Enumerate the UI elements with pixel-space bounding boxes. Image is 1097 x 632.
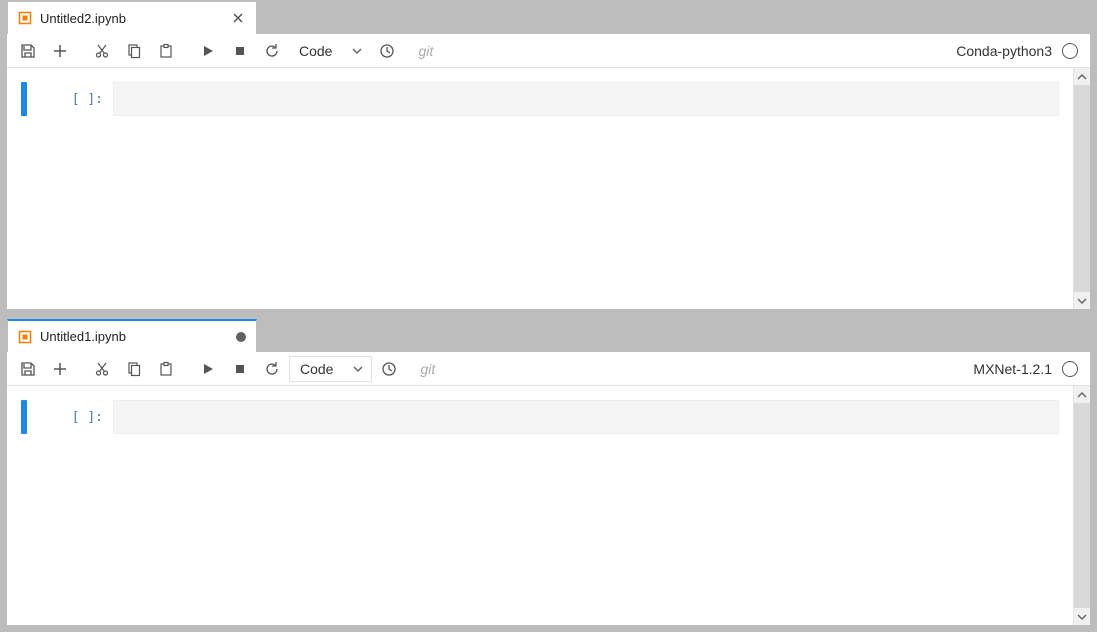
kernel-name[interactable]: MXNet-1.2.1 <box>973 361 1052 377</box>
cell-prompt: [ ]: <box>72 92 103 107</box>
tab-bar: Untitled2.ipynb <box>7 1 1090 34</box>
notebook-icon <box>18 11 32 25</box>
scroll-track[interactable] <box>1074 403 1090 608</box>
save-button[interactable] <box>13 37 43 65</box>
close-icon[interactable] <box>230 10 246 26</box>
cell-type-label: Code <box>299 43 332 59</box>
cell-type-selector[interactable]: Code <box>289 38 370 64</box>
cell-prompt-area: [ ]: <box>33 400 113 434</box>
notebook-content[interactable]: [ ]: <box>7 386 1073 625</box>
paste-button[interactable] <box>151 37 181 65</box>
cell-input[interactable] <box>113 82 1059 116</box>
save-button[interactable] <box>13 355 43 383</box>
restart-button[interactable] <box>257 355 287 383</box>
cell-prompt: [ ]: <box>72 410 103 425</box>
scroll-track[interactable] <box>1074 85 1090 292</box>
copy-button[interactable] <box>119 355 149 383</box>
tab-title: Untitled2.ipynb <box>40 11 126 26</box>
notebook-tab[interactable]: Untitled1.ipynb <box>7 319 257 352</box>
scroll-down-icon[interactable] <box>1074 608 1090 625</box>
kernel-status-icon[interactable] <box>1062 361 1078 377</box>
insert-cell-button[interactable] <box>45 355 75 383</box>
notebook-tab[interactable]: Untitled2.ipynb <box>7 1 257 34</box>
kernel-name[interactable]: Conda-python3 <box>956 43 1052 59</box>
tab-title: Untitled1.ipynb <box>40 329 126 344</box>
code-cell[interactable]: [ ]: <box>21 400 1059 434</box>
notebook-body: [ ]: <box>7 386 1090 625</box>
cell-type-label: Code <box>300 361 333 377</box>
paste-button[interactable] <box>151 355 181 383</box>
notebook-toolbar: Code git MXNet-1.2.1 <box>7 352 1090 386</box>
command-history-button[interactable] <box>374 355 404 383</box>
scroll-up-icon[interactable] <box>1074 68 1090 85</box>
notebook-toolbar: Code git Conda-python3 <box>7 34 1090 68</box>
git-label[interactable]: git <box>420 361 435 377</box>
cell-type-selector[interactable]: Code <box>289 356 372 382</box>
interrupt-button[interactable] <box>225 37 255 65</box>
tab-bar: Untitled1.ipynb <box>7 319 1090 352</box>
notebook-pane-bottom: Untitled1.ipynb C <box>6 318 1091 626</box>
chevron-down-icon <box>353 364 363 374</box>
copy-button[interactable] <box>119 37 149 65</box>
notebook-content[interactable]: [ ]: <box>7 68 1073 309</box>
git-label[interactable]: git <box>418 43 433 59</box>
notebook-pane-top: Untitled2.ipynb <box>6 0 1091 310</box>
command-history-button[interactable] <box>372 37 402 65</box>
insert-cell-button[interactable] <box>45 37 75 65</box>
cell-marker[interactable] <box>21 82 27 116</box>
cut-button[interactable] <box>87 37 117 65</box>
run-button[interactable] <box>193 37 223 65</box>
cell-input[interactable] <box>113 400 1059 434</box>
scroll-down-icon[interactable] <box>1074 292 1090 309</box>
restart-button[interactable] <box>257 37 287 65</box>
vertical-scrollbar[interactable] <box>1073 68 1090 309</box>
kernel-status-icon[interactable] <box>1062 43 1078 59</box>
cut-button[interactable] <box>87 355 117 383</box>
vertical-scrollbar[interactable] <box>1073 386 1090 625</box>
run-button[interactable] <box>193 355 223 383</box>
notebook-body: [ ]: <box>7 68 1090 309</box>
unsaved-indicator-icon[interactable] <box>236 332 246 342</box>
cell-prompt-area: [ ]: <box>33 82 113 116</box>
notebook-icon <box>18 330 32 344</box>
code-cell[interactable]: [ ]: <box>21 82 1059 116</box>
cell-marker[interactable] <box>21 400 27 434</box>
chevron-down-icon <box>352 46 362 56</box>
scroll-up-icon[interactable] <box>1074 386 1090 403</box>
interrupt-button[interactable] <box>225 355 255 383</box>
